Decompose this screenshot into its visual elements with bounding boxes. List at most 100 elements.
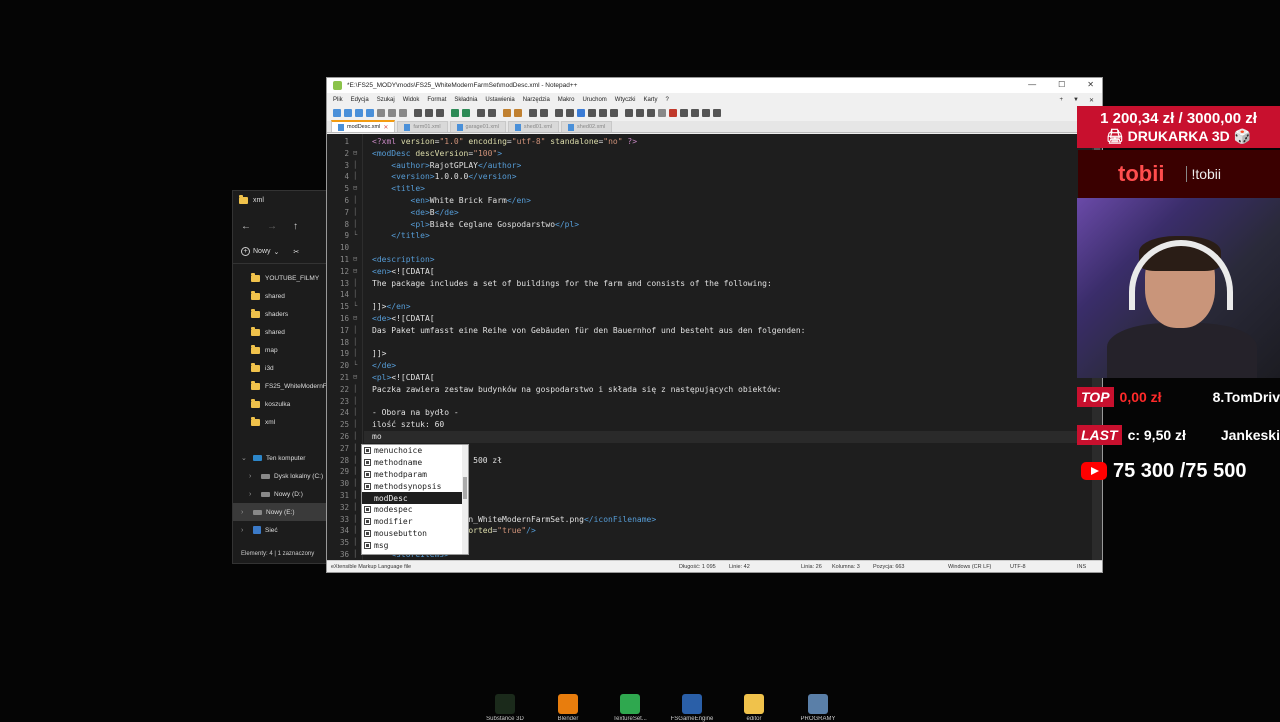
tab-shed01-xml[interactable]: shed01.xml bbox=[507, 121, 560, 132]
code-line[interactable]: Paczka zawiera zestaw budynków na gospod… bbox=[372, 384, 781, 396]
undo-icon[interactable] bbox=[451, 109, 459, 117]
save-all-icon[interactable] bbox=[366, 109, 374, 117]
close-icon[interactable] bbox=[377, 109, 385, 117]
chevron-icon[interactable]: › bbox=[249, 491, 257, 498]
menu-item[interactable]: Edycja bbox=[351, 97, 369, 103]
code-line[interactable]: <en><![CDATA[ bbox=[372, 266, 435, 278]
folder-item[interactable]: shaders bbox=[251, 305, 327, 323]
copy-icon[interactable] bbox=[425, 109, 433, 117]
autocomplete-popup[interactable]: menuchoice methodname methodparam methodsyn… bbox=[361, 444, 469, 555]
lang-icon[interactable] bbox=[588, 109, 596, 117]
open-file-icon[interactable] bbox=[344, 109, 352, 117]
code-line[interactable]: <title> bbox=[372, 183, 425, 195]
folder-item[interactable]: FS25_WhiteModernF bbox=[251, 377, 327, 395]
fold-marker[interactable]: ⊟ bbox=[353, 149, 361, 157]
tab-moddesc-xml[interactable]: modDesc.xml ✕ bbox=[331, 120, 396, 132]
close-tab-icon[interactable]: ✕ bbox=[1089, 97, 1094, 104]
code-line[interactable]: Das Paket umfasst eine Reihe von Gebäude… bbox=[372, 325, 805, 337]
replace-icon[interactable] bbox=[488, 109, 496, 117]
indent-guide-icon[interactable] bbox=[577, 109, 585, 117]
menu-item[interactable]: Ustawienia bbox=[485, 97, 514, 103]
autocomplete-item[interactable]: menuchoice bbox=[362, 445, 468, 457]
fold-marker[interactable]: ⊟ bbox=[353, 184, 361, 192]
menu-item[interactable]: Makro bbox=[558, 97, 575, 103]
chevron-icon[interactable]: › bbox=[241, 527, 249, 534]
menu-item[interactable]: Składnia bbox=[454, 97, 477, 103]
close-tab-icon[interactable]: ✕ bbox=[383, 124, 388, 131]
menu-item[interactable]: Uruchom bbox=[582, 97, 606, 103]
autocomplete-item[interactable]: modespec bbox=[362, 504, 468, 516]
taskbar-app[interactable]: PROGRAMY bbox=[788, 694, 848, 722]
wrap-icon[interactable] bbox=[555, 109, 563, 117]
code-line[interactable]: ilość sztuk: 60 bbox=[372, 419, 444, 431]
zoom-in-icon[interactable] bbox=[503, 109, 511, 117]
cut-icon[interactable]: ✂ bbox=[293, 248, 299, 256]
code-line[interactable]: <modDesc descVersion="100"> bbox=[372, 148, 502, 160]
close-all-icon[interactable] bbox=[388, 109, 396, 117]
tree-item[interactable]: ⌄ Ten komputer bbox=[241, 449, 331, 467]
code-line[interactable]: - Obora na bydło - bbox=[372, 407, 459, 419]
save-icon[interactable] bbox=[355, 109, 363, 117]
forward-arrow-icon[interactable]: → bbox=[267, 221, 277, 232]
monitor-icon[interactable] bbox=[636, 109, 644, 117]
autocomplete-item[interactable]: modifier bbox=[362, 516, 468, 528]
fold-marker[interactable]: ⊟ bbox=[353, 314, 361, 322]
code-line[interactable]: <en>White Brick Farm</en> bbox=[372, 195, 531, 207]
menu-item[interactable]: Widok bbox=[403, 97, 420, 103]
menu-item[interactable]: ? bbox=[665, 97, 668, 103]
new-button[interactable]: + Nowy ⌄ bbox=[241, 247, 279, 256]
code-editor[interactable]: 1 2 ⊟ 3 │ 4 │ 5 ⊟ 6 │ 7 │ 8 │ 9 └ 10 11 ⊟ 12 ⊟ 13 │ 14 │ 15 └ 16 ⊟ 17 │… bbox=[327, 134, 1102, 561]
play-macro-icon[interactable] bbox=[680, 109, 688, 117]
tab-shed02-xml[interactable]: shed02.xml bbox=[561, 121, 613, 132]
zoom-out-icon[interactable] bbox=[514, 109, 522, 117]
code-line[interactable]: <?xml version="1.0" encoding="utf-8" sta… bbox=[372, 136, 637, 148]
chevron-icon[interactable]: › bbox=[249, 473, 257, 480]
code-line[interactable]: <pl><![CDATA[ bbox=[372, 372, 435, 384]
taskbar-app[interactable]: editor bbox=[724, 694, 784, 722]
tab-farm01-xml[interactable]: farm01.xml bbox=[397, 121, 448, 132]
stop-record-icon[interactable] bbox=[669, 109, 677, 117]
autocomplete-scrollbar-thumb[interactable] bbox=[463, 477, 467, 499]
play-multi-icon[interactable] bbox=[691, 109, 699, 117]
tree-item[interactable]: › Nowy (E:) bbox=[233, 503, 331, 521]
redo-icon[interactable] bbox=[462, 109, 470, 117]
sync-v-icon[interactable] bbox=[529, 109, 537, 117]
up-arrow-icon[interactable]: ↑ bbox=[293, 221, 298, 232]
taskbar-app[interactable]: Substance 3D bbox=[475, 694, 535, 722]
code-line[interactable]: ]]> bbox=[372, 348, 386, 360]
tab-list-icon[interactable]: ▼ bbox=[1073, 97, 1079, 104]
new-file-icon[interactable] bbox=[333, 109, 341, 117]
taskbar-app[interactable]: TextureSet... bbox=[600, 694, 660, 722]
menu-item[interactable]: Narzędzia bbox=[523, 97, 550, 103]
menu-item[interactable]: Wtyczki bbox=[615, 97, 636, 103]
menu-item[interactable]: Karty bbox=[643, 97, 657, 103]
sync-h-icon[interactable] bbox=[540, 109, 548, 117]
code-line[interactable]: <de><![CDATA[ bbox=[372, 313, 435, 325]
status-eol[interactable]: Windows (CR LF) bbox=[948, 564, 991, 570]
maximize-icon[interactable]: ☐ bbox=[1058, 80, 1065, 89]
autocomplete-item[interactable]: msg bbox=[362, 539, 468, 551]
minimize-icon[interactable]: — bbox=[1028, 80, 1036, 89]
all-chars-icon[interactable] bbox=[566, 109, 574, 117]
code-line[interactable]: ]]></en> bbox=[372, 301, 411, 313]
macro-record-icon[interactable] bbox=[658, 109, 666, 117]
new-tab-icon[interactable]: + bbox=[1060, 97, 1064, 104]
tree-item[interactable]: › Sieć bbox=[241, 521, 331, 539]
autocomplete-item[interactable]: modDesc bbox=[362, 492, 468, 504]
tree-item[interactable]: › Dysk lokalny (C:) bbox=[241, 467, 331, 485]
taskbar-app[interactable]: Blender bbox=[538, 694, 598, 722]
folder-item[interactable]: i3d bbox=[251, 359, 327, 377]
folder-workspace-icon[interactable] bbox=[625, 109, 633, 117]
folder-item[interactable]: shared bbox=[251, 287, 327, 305]
folder-item[interactable]: map bbox=[251, 341, 327, 359]
back-arrow-icon[interactable]: ← bbox=[241, 221, 251, 232]
code-line[interactable]: <version>1.0.0.0</version> bbox=[372, 171, 516, 183]
taskbar-app[interactable]: FSGameEngine bbox=[662, 694, 722, 722]
fold-marker[interactable]: ⊟ bbox=[353, 255, 361, 263]
autocomplete-item[interactable]: mousebutton bbox=[362, 528, 468, 540]
folder-item[interactable]: YOUTUBE_FILMY bbox=[251, 269, 327, 287]
autocomplete-item[interactable]: methodname bbox=[362, 457, 468, 469]
extra-icon[interactable] bbox=[713, 109, 721, 117]
status-insert-mode[interactable]: INS bbox=[1077, 564, 1086, 570]
folder-item[interactable]: xml bbox=[251, 413, 327, 431]
